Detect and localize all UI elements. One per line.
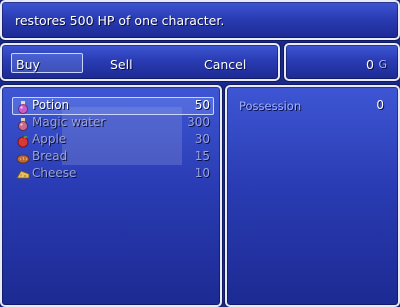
item-price: 10 [194,166,210,180]
status-window: Possession 0 [225,85,400,307]
buy-command[interactable]: Buy [16,57,40,72]
gold-value: 0 [366,57,374,72]
list-item-bread[interactable]: Bread 15 [14,149,212,166]
list-item-magic-water[interactable]: Magic water 300 [14,115,212,132]
item-name: Potion [32,98,70,112]
item-name: Apple [32,132,67,146]
bread-icon [16,150,30,164]
cancel-command[interactable]: Cancel [204,57,246,72]
list-item-potion[interactable]: Potion 50 [14,98,212,115]
gold-window: 0 G [284,43,400,81]
list-item-apple[interactable]: Apple 30 [14,132,212,149]
item-price: 15 [194,149,210,163]
gold-unit: G [378,58,387,71]
apple-icon [16,133,30,148]
buy-list-window: Potion 50 Magic water 300 Apple 30 Bread… [0,85,222,307]
item-name: Cheese [32,166,77,180]
sell-command[interactable]: Sell [110,57,133,72]
possession-value: 0 [376,98,384,112]
cheese-icon [16,167,30,181]
potion-icon [16,99,30,114]
help-text: restores 500 HP of one character. [15,13,225,28]
list-item-cheese[interactable]: Cheese 10 [14,166,212,183]
item-name: Magic water [32,115,106,129]
item-price: 50 [194,98,210,112]
item-name: Bread [32,149,68,163]
item-price: 30 [194,132,210,146]
command-window: Buy Sell Cancel [0,43,280,81]
help-window: restores 500 HP of one character. [0,0,400,40]
item-price: 300 [187,115,210,129]
magic-water-icon [16,116,30,131]
possession-label: Possession [239,99,302,113]
